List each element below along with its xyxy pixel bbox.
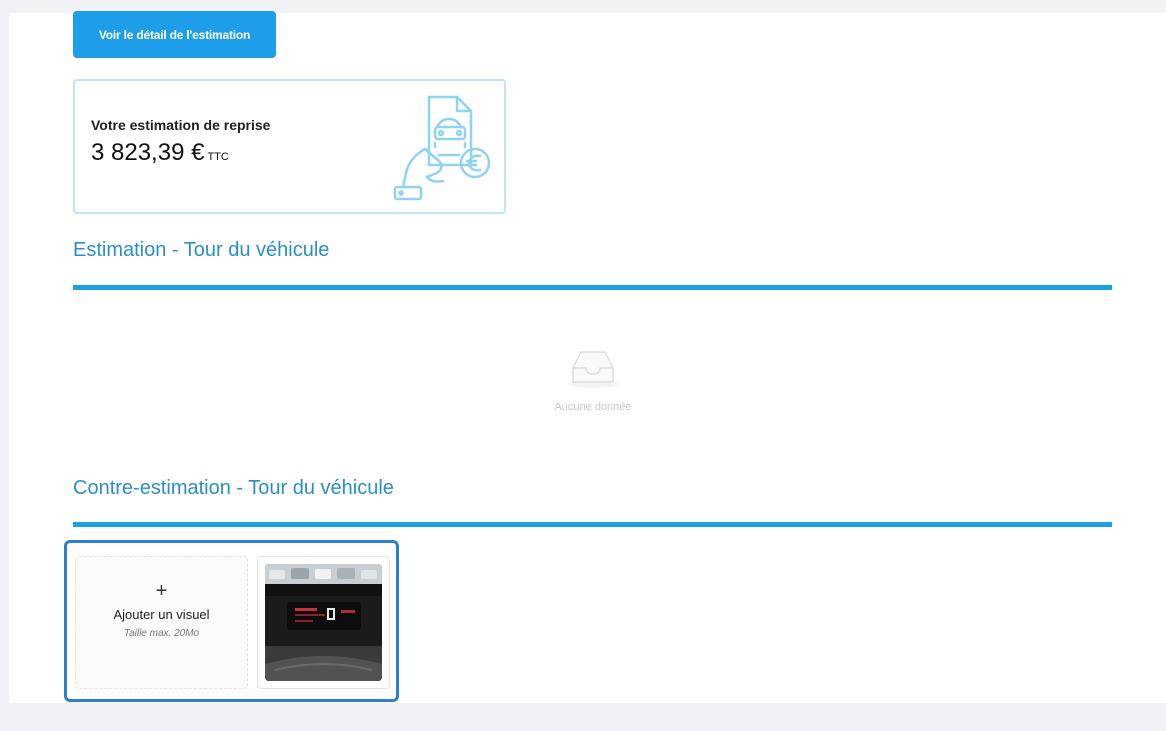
- estimate-amount: 3 823,39 € TTC: [91, 139, 229, 167]
- add-visual-button[interactable]: + Ajouter un visuel Taille max. 20Mo: [75, 556, 248, 689]
- counter-estimation-section-divider: [73, 522, 1112, 527]
- add-visual-label: Ajouter un visuel: [113, 607, 210, 622]
- upload-area: + Ajouter un visuel Taille max. 20Mo: [64, 540, 399, 702]
- estimation-section-title: Estimation - Tour du véhicule: [73, 239, 330, 261]
- estimation-section-divider: [73, 285, 1112, 290]
- estimate-label: Votre estimation de reprise: [91, 117, 271, 133]
- max-size-hint: Taille max. 20Mo: [123, 628, 200, 639]
- main-panel: Voir le détail de l'estimation Votre est…: [9, 11, 1166, 703]
- hand-document-car-euro-icon: [393, 95, 491, 201]
- dashboard-photo-icon: [265, 564, 382, 681]
- uploaded-visual-thumbnail[interactable]: [257, 556, 390, 689]
- estimate-tax-suffix: TTC: [207, 151, 229, 163]
- empty-state-text: Aucune donnée: [554, 401, 632, 413]
- estimate-value: 3 823,39 €: [91, 139, 205, 166]
- empty-inbox-icon: [567, 351, 619, 388]
- plus-icon: +: [155, 580, 168, 602]
- counter-estimation-section-title: Contre-estimation - Tour du véhicule: [73, 477, 394, 499]
- view-estimate-detail-button[interactable]: Voir le détail de l'estimation: [73, 11, 276, 58]
- estimate-card: Votre estimation de reprise 3 823,39 € TT…: [73, 79, 506, 214]
